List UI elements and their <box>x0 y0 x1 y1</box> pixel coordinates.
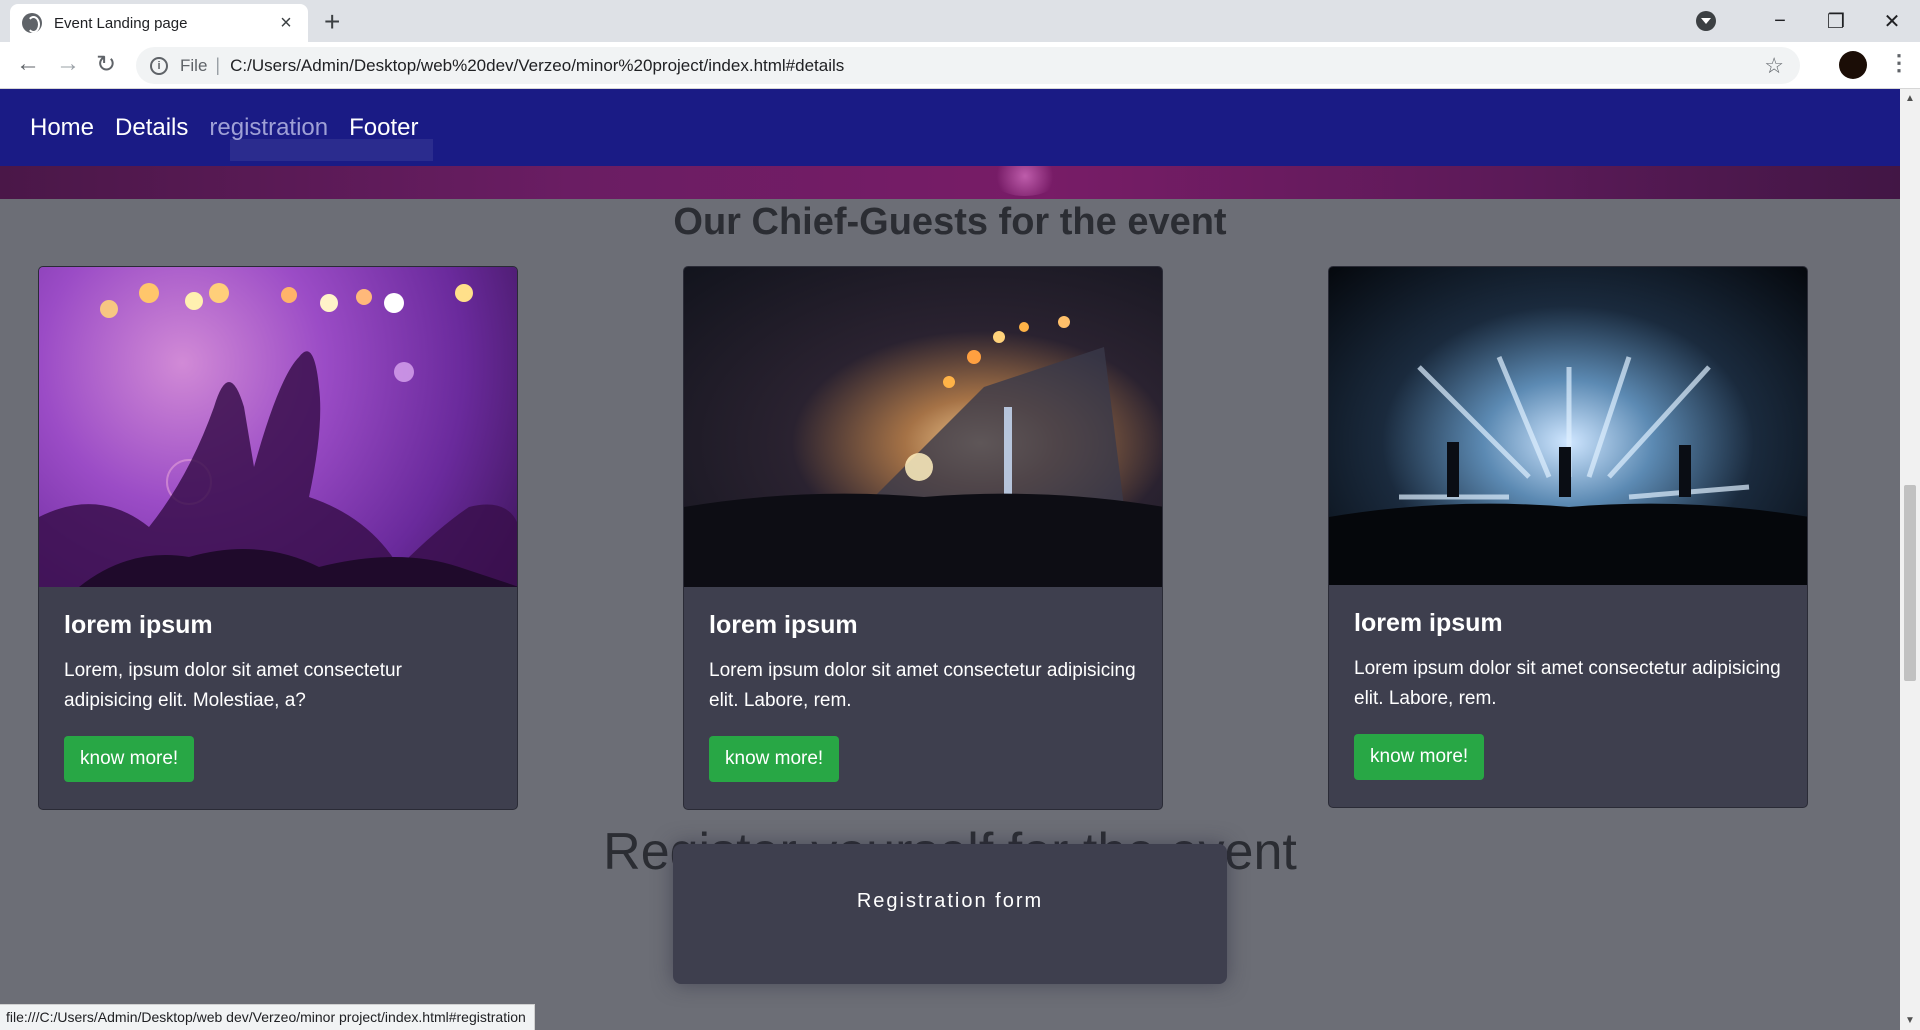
know-more-button[interactable]: know more! <box>64 736 195 782</box>
know-more-button[interactable]: know more! <box>709 736 840 782</box>
browser-tab[interactable]: Event Landing page × <box>10 4 308 42</box>
concert-crowd-image <box>39 267 517 587</box>
guest-card: lorem ipsum Lorem ipsum dolor sit amet c… <box>683 266 1163 810</box>
info-icon[interactable]: i <box>150 56 168 75</box>
nav-link-details[interactable]: Details <box>115 114 188 142</box>
nav-link-footer[interactable]: Footer <box>349 114 418 142</box>
guest-card: lorem ipsum Lorem ipsum dolor sit amet c… <box>1328 266 1808 808</box>
restore-icon[interactable]: ❐ <box>1808 9 1864 34</box>
close-window-icon[interactable]: ✕ <box>1864 9 1920 34</box>
band-stage-illustration <box>1329 356 1807 585</box>
nav-link-registration[interactable]: registration <box>209 114 328 142</box>
browser-tab-bar: Event Landing page × + − ❐ ✕ <box>0 0 1920 42</box>
reload-icon[interactable]: ↻ <box>96 50 116 79</box>
minimize-icon[interactable]: − <box>1752 10 1808 33</box>
nav-hover-highlight <box>230 139 433 161</box>
festival-stage-image <box>684 267 1162 587</box>
forward-icon[interactable]: → <box>56 50 80 78</box>
scroll-down-arrow-icon[interactable]: ▼ <box>1900 1015 1920 1026</box>
nav-link-home[interactable]: Home <box>30 114 94 142</box>
card-title: lorem ipsum <box>709 611 858 639</box>
tab-search-icon[interactable] <box>1696 11 1716 31</box>
scrollbar-thumb[interactable] <box>1904 485 1916 681</box>
omnibox[interactable]: i File | C:/Users/Admin/Desktop/web%20de… <box>136 47 1800 84</box>
crowd-hands-illustration <box>39 283 517 587</box>
back-icon[interactable]: ← <box>16 50 40 78</box>
hero-image-strip <box>0 156 1900 199</box>
status-bar-url: file:///C:/Users/Admin/Desktop/web dev/V… <box>0 1004 535 1030</box>
new-tab-icon[interactable]: + <box>324 6 340 38</box>
band-stage-image <box>1329 267 1807 585</box>
card-text: Lorem, ipsum dolor sit amet consectetur … <box>64 660 402 711</box>
registration-form-card: Registration form <box>673 844 1227 984</box>
card-text: Lorem ipsum dolor sit amet consectetur a… <box>709 660 1136 711</box>
url-separator: | <box>215 55 221 75</box>
url-scheme-label: File <box>180 55 208 75</box>
scroll-up-arrow-icon[interactable]: ▲ <box>1900 93 1920 104</box>
festival-stage-illustration <box>684 316 1162 587</box>
guests-heading: Our Chief-Guests for the event <box>673 201 1227 243</box>
card-title: lorem ipsum <box>64 611 213 639</box>
guest-card: lorem ipsum Lorem, ipsum dolor sit amet … <box>38 266 518 810</box>
address-bar: ← → ↻ i File | C:/Users/Admin/Desktop/we… <box>0 42 1920 89</box>
globe-icon <box>22 13 42 33</box>
card-text: Lorem ipsum dolor sit amet consectetur a… <box>1354 658 1781 709</box>
bookmark-star-icon[interactable]: ☆ <box>1764 53 1784 79</box>
menu-kebab-icon[interactable]: ⋮ <box>1888 50 1910 76</box>
card-title: lorem ipsum <box>1354 609 1503 637</box>
know-more-button[interactable]: know more! <box>1354 734 1485 780</box>
site-navbar: Home Details registration Footer <box>0 89 1900 166</box>
registration-form-title: Registration form <box>856 890 1044 912</box>
url-text[interactable]: C:/Users/Admin/Desktop/web%20dev/Verzeo/… <box>230 56 1764 76</box>
tab-title: Event Landing page <box>54 14 188 32</box>
close-tab-icon[interactable]: × <box>276 12 296 35</box>
page-scrollbar[interactable]: ▲ ▼ <box>1900 89 1920 1030</box>
profile-avatar[interactable] <box>1839 51 1867 79</box>
